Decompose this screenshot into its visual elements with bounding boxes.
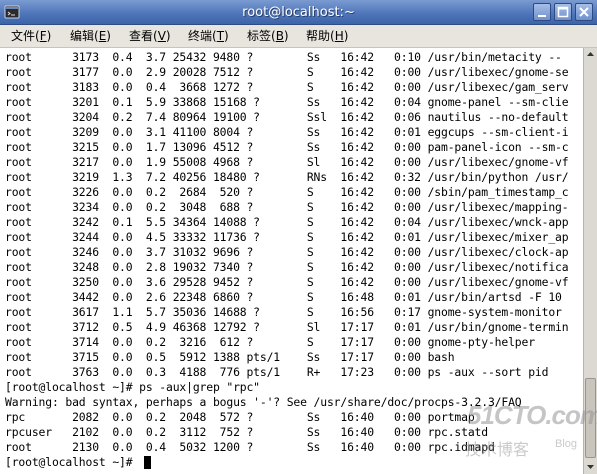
maximize-button[interactable] bbox=[554, 3, 572, 21]
process-line: root 3246 0.0 3.7 31032 9696 ? S 16:42 0… bbox=[5, 245, 569, 259]
text-cursor bbox=[144, 456, 151, 469]
process-line: root 3173 0.4 3.7 25432 9480 ? Ss 16:42 … bbox=[5, 50, 562, 64]
menu-bar: 文件(F) 编辑(E) 查看(V) 终端(T) 标签(B) 帮助(H) bbox=[0, 25, 597, 48]
process-line: root 3177 0.0 2.9 20028 7512 ? S 16:42 0… bbox=[5, 65, 569, 79]
process-line: root 3201 0.1 5.9 33868 15168 ? Ss 16:42… bbox=[5, 95, 569, 109]
process-line: rpc 2082 0.0 0.2 2048 572 ? Ss 16:40 0:0… bbox=[5, 410, 475, 424]
process-line: root 3714 0.0 0.2 3216 612 ? S 17:17 0:0… bbox=[5, 335, 535, 349]
process-line: root 2130 0.0 0.4 5032 1200 ? Ss 16:40 0… bbox=[5, 440, 495, 454]
process-line: root 3204 0.2 7.4 80964 19100 ? Ssl 16:4… bbox=[5, 110, 569, 124]
menu-terminal[interactable]: 终端(T) bbox=[188, 27, 229, 46]
close-button[interactable] bbox=[575, 3, 593, 21]
menu-view[interactable]: 查看(V) bbox=[129, 27, 171, 46]
process-line: root 3715 0.0 0.5 5912 1388 pts/1 Ss 17:… bbox=[5, 350, 455, 364]
process-line: root 3217 0.0 1.9 55008 4968 ? Sl 16:42 … bbox=[5, 155, 569, 169]
process-line: root 3617 1.1 5.7 35036 14688 ? S 16:56 … bbox=[5, 305, 562, 319]
window-titlebar[interactable]: root@localhost:~ bbox=[0, 0, 597, 25]
process-line: root 3219 1.3 7.2 40256 18480 ? RNs 16:4… bbox=[5, 170, 569, 184]
minimize-button[interactable] bbox=[533, 3, 551, 21]
menu-edit[interactable]: 编辑(E) bbox=[70, 27, 111, 46]
command-prompt-line: [root@localhost ~]# ps -aux|grep "rpc" bbox=[5, 380, 260, 394]
minimize-icon bbox=[538, 15, 546, 17]
window-title: root@localhost:~ bbox=[242, 5, 355, 20]
process-line: root 3209 0.0 3.1 41100 8004 ? Ss 16:42 … bbox=[5, 125, 569, 139]
scroll-up-arrow-icon[interactable] bbox=[584, 48, 597, 61]
process-line: root 3215 0.0 1.7 13096 4512 ? Ss 16:42 … bbox=[5, 140, 569, 154]
process-line: root 3244 0.0 4.5 33332 11736 ? S 16:42 … bbox=[5, 230, 569, 244]
scrollbar-thumb[interactable] bbox=[585, 378, 596, 458]
maximize-icon bbox=[557, 6, 569, 18]
process-line: root 3442 0.0 2.6 22348 6860 ? S 16:48 0… bbox=[5, 290, 562, 304]
scroll-down-arrow-icon[interactable] bbox=[584, 460, 597, 473]
process-line: root 3242 0.1 5.5 34364 14088 ? S 16:42 … bbox=[5, 215, 569, 229]
menu-file[interactable]: 文件(F) bbox=[11, 27, 51, 46]
process-line: rpcuser 2102 0.0 0.2 3112 752 ? Ss 16:40… bbox=[5, 425, 488, 439]
menu-tabs[interactable]: 标签(B) bbox=[247, 27, 289, 46]
process-line: root 3248 0.0 2.8 19032 7340 ? S 16:42 0… bbox=[5, 260, 569, 274]
close-icon bbox=[579, 7, 589, 17]
process-line: root 3250 0.0 3.6 29528 9452 ? S 16:42 0… bbox=[5, 275, 569, 289]
menu-help[interactable]: 帮助(H) bbox=[306, 27, 348, 46]
current-prompt-line: [root@localhost ~]# bbox=[5, 455, 140, 469]
process-line: root 3763 0.0 0.3 4188 776 pts/1 R+ 17:2… bbox=[5, 365, 549, 379]
process-line: root 3183 0.0 0.4 3668 1272 ? S 16:42 0:… bbox=[5, 80, 569, 94]
warning-line: Warning: bad syntax, perhaps a bogus '-'… bbox=[5, 395, 522, 409]
process-line: root 3226 0.0 0.2 2684 520 ? S 16:42 0:0… bbox=[5, 185, 569, 199]
vertical-scrollbar[interactable] bbox=[583, 48, 597, 474]
process-line: root 3712 0.5 4.9 46368 12792 ? Sl 17:17… bbox=[5, 320, 569, 334]
process-line: root 3234 0.0 0.2 3048 688 ? S 16:42 0:0… bbox=[5, 200, 569, 214]
terminal-output[interactable]: root 3173 0.4 3.7 25432 9480 ? Ss 16:42 … bbox=[0, 48, 583, 474]
